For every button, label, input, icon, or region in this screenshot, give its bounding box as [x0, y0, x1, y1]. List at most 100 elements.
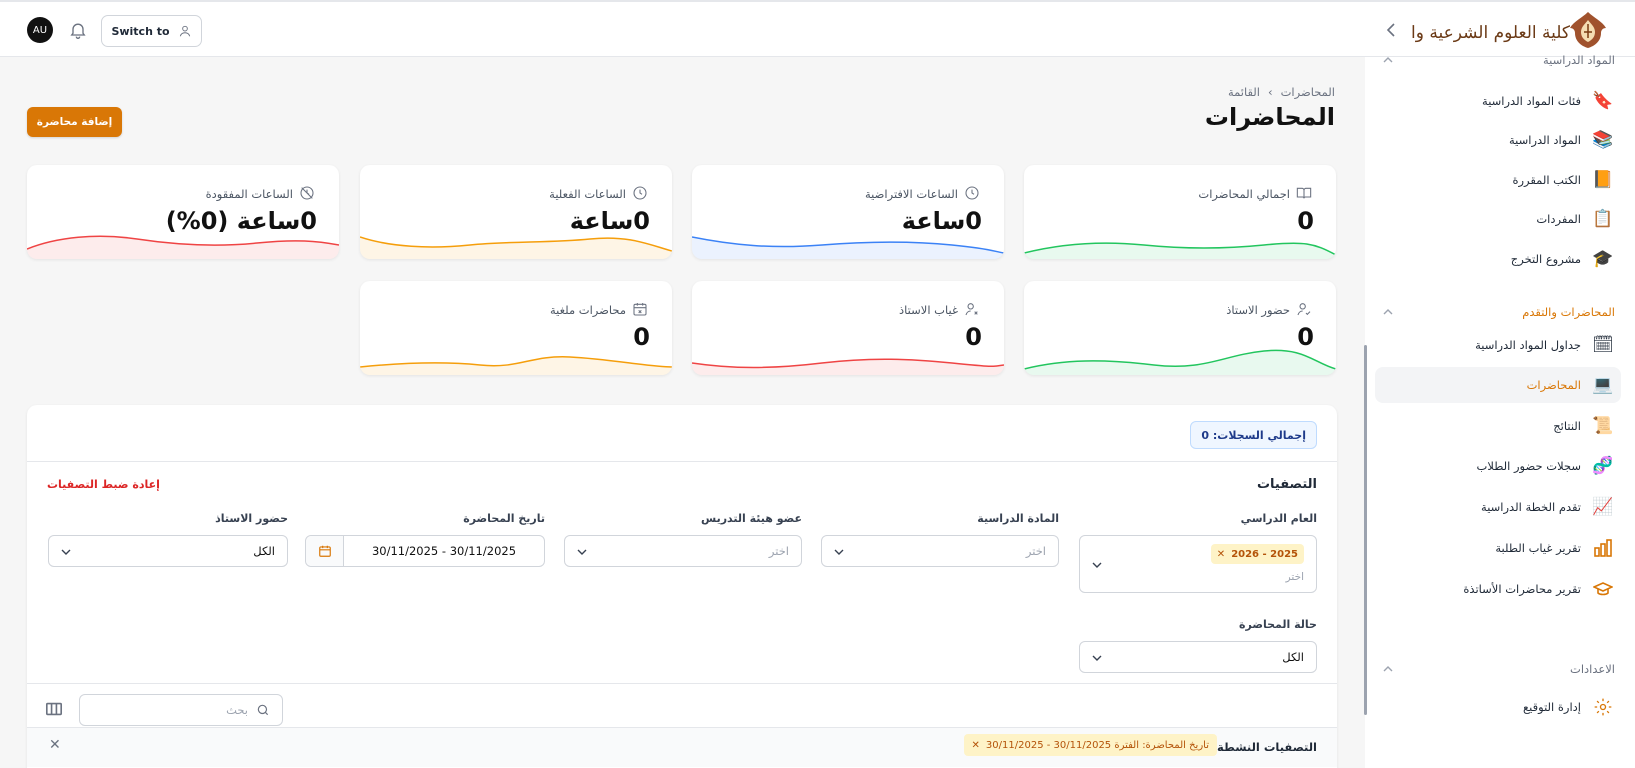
sidebar-item-course-categories[interactable]: 🔖 فئات المواد الدراسية [1375, 83, 1621, 119]
teacher-placeholder: اختر [768, 544, 789, 558]
active-filters-label: التصفيات النشطة [1217, 740, 1317, 754]
breadcrumb-link[interactable]: المحاضرات [1281, 85, 1335, 99]
chevron-left-icon: › [1267, 85, 1273, 99]
stat-sparkline [692, 358, 1004, 375]
columns-icon[interactable] [45, 700, 63, 718]
lecture-date-range-input[interactable]: 30/11/2025 - 30/11/2025 [305, 535, 545, 567]
total-records-badge: إجمالي السجلات: 0 [1190, 421, 1317, 449]
sidebar-item-courses[interactable]: 📚 المواد الدراسية [1375, 122, 1621, 158]
date-range-value: 30/11/2025 - 30/11/2025 [371, 544, 517, 558]
stat-card-lost-hours: الساعات المفقودة 0ساعة (0%) [27, 165, 339, 259]
user-check-icon [1297, 303, 1311, 316]
active-filter-tag-label: تاريخ المحاضرة: الفترة 30/11/2025 - 30/1… [985, 739, 1209, 751]
selected-year-tag[interactable]: 2025 - 2026 ✕ [1210, 544, 1304, 564]
sidebar-group-lectures[interactable]: المحاضرات والتقدم [1383, 305, 1615, 319]
add-lecture-button[interactable]: إضافة محاضرة [27, 107, 122, 137]
sidebar-item-label: تقرير محاضرات الأساتذة [1463, 582, 1581, 596]
search-placeholder: بحث [226, 703, 248, 717]
sidebar-item-plan-progress[interactable]: 📈 تقدم الخطة الدراسية [1375, 489, 1621, 525]
sidebar-item-signature-management[interactable]: إدارة التوقيع [1375, 689, 1621, 725]
active-filter-tag[interactable]: تاريخ المحاضرة: الفترة 30/11/2025 - 30/1… [963, 734, 1217, 756]
stat-label: غياب الاستاذ [899, 303, 958, 317]
gear-icon [1591, 695, 1615, 719]
stat-label: محاضرات ملغية [549, 303, 626, 317]
subject-placeholder: اختر [1025, 544, 1046, 558]
sidebar-item-textbooks[interactable]: 📙 الكتب المقررة [1375, 162, 1621, 198]
top-bar: AU Switch to كلية العلوم الشرعية والإفتا… [0, 0, 1635, 57]
sidebar-item-label: إدارة التوقيع [1523, 700, 1581, 714]
bookmark-icon: 🔖 [1592, 91, 1614, 111]
logo-text: كلية العلوم الشرعية والإفتاء [1410, 23, 1571, 43]
calendar-icon: 🗓 [1592, 335, 1614, 355]
stat-label: حضور الاستاذ [1226, 303, 1290, 317]
sidebar-item-syllabus[interactable]: 📋 المفردات [1375, 201, 1621, 237]
sidebar-group-settings[interactable]: الاعدادات [1383, 662, 1615, 676]
sidebar-item-graduation-project[interactable]: 🎓 مشروع التخرج [1375, 241, 1621, 277]
clear-active-filters-icon[interactable]: ✕ [49, 737, 61, 753]
sidebar-item-course-schedules[interactable]: 🗓 جداول المواد الدراسية [1375, 327, 1621, 363]
chevron-up-icon [1383, 309, 1393, 315]
search-input[interactable]: بحث [79, 694, 283, 726]
sidebar-group-label: الاعدادات [1570, 662, 1615, 676]
chevron-down-icon [1092, 655, 1102, 661]
close-icon[interactable]: ✕ [1217, 549, 1225, 560]
subject-select[interactable]: اختر [821, 535, 1059, 567]
breadcrumb: المحاضرات › القائمة [1228, 85, 1335, 99]
sidebar-item-label: المفردات [1536, 212, 1581, 226]
sidebar-item-lectures[interactable]: 💻 المحاضرات [1375, 367, 1621, 403]
sidebar-item-teacher-lectures-report[interactable]: تقرير محاضرات الأساتذة [1375, 571, 1621, 607]
avatar[interactable]: AU [27, 17, 53, 43]
lecture-status-select[interactable]: الكل [1079, 641, 1317, 673]
close-icon[interactable]: ✕ [972, 740, 980, 751]
calendar-icon[interactable] [306, 536, 344, 566]
switch-to-button[interactable]: Switch to [101, 15, 202, 47]
selected-year-tag-label: 2025 - 2026 [1231, 548, 1298, 560]
switch-to-label: Switch to [111, 24, 170, 38]
filter-label-attendance: حضور الاستاذ [215, 512, 288, 525]
clock-icon [633, 186, 647, 200]
academic-year-select[interactable]: 2025 - 2026 ✕ اختر [1079, 535, 1317, 593]
bar-chart-icon [1591, 536, 1615, 560]
sidebar-item-student-absence-report[interactable]: تقرير غياب الطلبة [1375, 530, 1621, 566]
filter-label-teacher: عضو هيئة التدريس [701, 512, 802, 525]
chevron-up-icon [1383, 57, 1393, 63]
stat-label: اجمالي المحاضرات [1198, 187, 1290, 201]
filter-label-date: تاريخ المحاضرة [463, 512, 545, 525]
sidebar: المواد الدراسية 🔖 فئات المواد الدراسية 📚 ا… [1365, 53, 1635, 768]
sidebar-item-student-attendance[interactable]: 🧬 سجلات حضور الطلاب [1375, 448, 1621, 484]
stat-card-teacher-absence: غياب الاستاذ 0 [692, 281, 1004, 375]
books-icon: 📚 [1592, 130, 1614, 150]
stat-sparkline [360, 356, 672, 375]
page-title: المحاضرات [1204, 103, 1335, 131]
teacher-attendance-select[interactable]: الكل [48, 535, 288, 567]
stat-card-virtual-hours: الساعات الافتراضية 0ساعة [692, 165, 1004, 259]
user-icon [179, 25, 190, 37]
chevron-down-icon [834, 549, 844, 555]
chevron-down-icon [1092, 562, 1102, 568]
fingerprint-icon: 🧬 [1592, 456, 1614, 476]
sidebar-item-label: المحاضرات [1526, 378, 1581, 392]
breadcrumb-current: القائمة [1227, 85, 1260, 99]
records-panel: إجمالي السجلات: 0 التصفيات إعادة ضبط الت… [27, 405, 1337, 768]
sidebar-group-label: المحاضرات والتقدم [1522, 305, 1615, 319]
chart-up-icon: 📈 [1592, 497, 1614, 517]
sidebar-item-results[interactable]: 📜 النتائج [1375, 408, 1621, 444]
chevron-up-icon [1383, 666, 1393, 672]
chevron-left-icon[interactable] [1385, 21, 1397, 39]
reset-filters-link[interactable]: إعادة ضبط التصفيات [47, 478, 160, 491]
filter-label-year: العام الدراسي [1240, 512, 1317, 525]
graduation-cap-icon: 🎓 [1592, 249, 1614, 269]
divider [27, 461, 1337, 462]
teacher-select[interactable]: اختر [564, 535, 802, 567]
stat-sparkline [1024, 349, 1336, 375]
stat-label: الساعات الفعلية [549, 187, 626, 201]
main-content: المحاضرات › القائمة المحاضرات إضافة محاض… [0, 57, 1365, 768]
sidebar-item-label: الكتب المقررة [1512, 173, 1581, 187]
sidebar-item-label: سجلات حضور الطلاب [1476, 459, 1581, 473]
chevron-down-icon [61, 549, 71, 555]
clock-icon [965, 186, 979, 200]
sidebar-group-courses[interactable]: المواد الدراسية [1383, 53, 1615, 67]
bell-icon[interactable] [68, 20, 88, 40]
active-filters-bar: التصفيات النشطة تاريخ المحاضرة: الفترة 3… [27, 727, 1337, 767]
stat-card-cancelled-lectures: محاضرات ملغية 0 [360, 281, 672, 375]
